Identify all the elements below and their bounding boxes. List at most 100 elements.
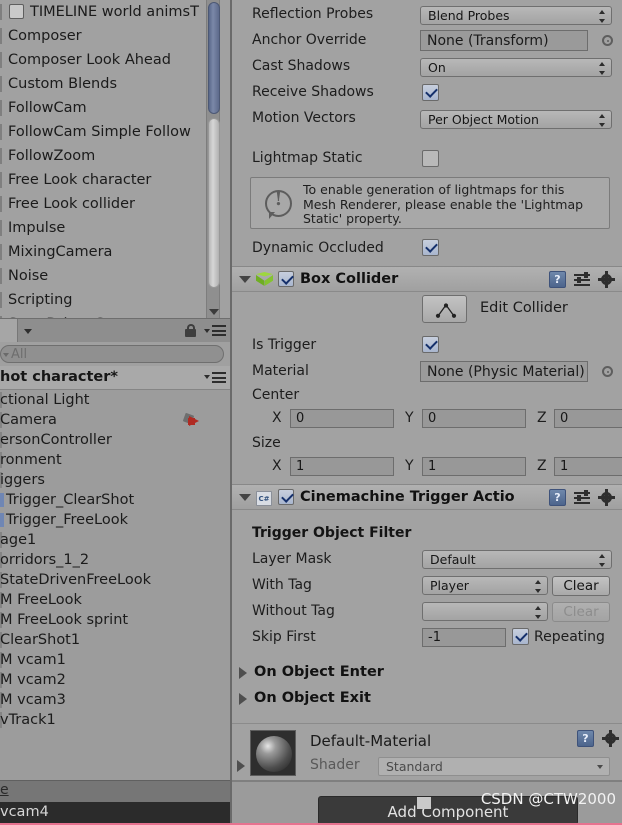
foldout-arrow-icon[interactable] bbox=[239, 276, 251, 283]
package-sample-list[interactable]: TIMELINE world animsT Composer Composer … bbox=[0, 0, 232, 318]
object-picker-icon[interactable] bbox=[602, 35, 613, 46]
box-collider-enabled-checkbox[interactable] bbox=[278, 271, 294, 287]
list-item[interactable]: FollowCam Simple Follow bbox=[0, 120, 231, 144]
reflection-probes-dropdown[interactable]: Blend Probes bbox=[420, 6, 612, 25]
receive-shadows-checkbox[interactable] bbox=[422, 84, 439, 101]
size-x-input[interactable]: 1 bbox=[290, 457, 394, 476]
layer-mask-dropdown[interactable]: Default bbox=[422, 550, 612, 569]
scene-header-row[interactable]: hot character* bbox=[0, 366, 232, 390]
anchor-override-object-field[interactable]: None (Transform) bbox=[420, 30, 588, 51]
hamburger-menu-icon[interactable] bbox=[212, 325, 226, 336]
center-x-value: 0 bbox=[296, 411, 305, 426]
hierarchy-item-label: age1 bbox=[0, 532, 37, 548]
foldout-arrow-icon[interactable] bbox=[237, 760, 245, 772]
list-item[interactable]: M FreeLook bbox=[0, 590, 232, 610]
shader-dropdown[interactable]: Standard bbox=[378, 757, 610, 776]
help-icon[interactable]: ? bbox=[549, 271, 566, 288]
hierarchy-item-label: vTrack1 bbox=[0, 712, 56, 728]
list-item[interactable]: Scripting bbox=[0, 288, 231, 312]
tab-hierarchy[interactable] bbox=[0, 319, 18, 343]
list-item[interactable]: StateDrivenFreeLook bbox=[0, 570, 232, 590]
foldout-on-object-exit[interactable]: On Object Exit bbox=[232, 686, 622, 712]
list-item[interactable]: orridors_1_2 bbox=[0, 550, 232, 570]
hierarchy-tree[interactable]: ctional Light Camera ersonController ron… bbox=[0, 390, 232, 780]
list-item[interactable]: ronment bbox=[0, 450, 232, 470]
foldout-arrow-icon[interactable] bbox=[239, 693, 247, 705]
with-tag-clear-button[interactable]: Clear bbox=[552, 576, 610, 596]
gear-icon[interactable] bbox=[598, 489, 615, 506]
cast-shadows-dropdown[interactable]: On bbox=[420, 58, 612, 77]
gear-icon[interactable] bbox=[602, 730, 619, 747]
without-tag-clear-button[interactable]: Clear bbox=[552, 602, 610, 622]
foldout-on-object-enter[interactable]: On Object Enter bbox=[232, 660, 622, 686]
skip-first-input[interactable]: -1 bbox=[422, 628, 506, 647]
preset-icon[interactable] bbox=[574, 272, 590, 287]
repeating-checkbox[interactable] bbox=[512, 628, 529, 645]
list-item[interactable]: M vcam1 bbox=[0, 650, 232, 670]
item-checkbox[interactable] bbox=[9, 4, 24, 19]
without-tag-dropdown[interactable] bbox=[422, 602, 548, 621]
center-y-input[interactable]: 0 bbox=[422, 409, 526, 428]
hierarchy-selected-row[interactable]: e bbox=[0, 780, 232, 802]
component-title: Box Collider bbox=[300, 271, 399, 287]
list-item[interactable]: ClearShot1 bbox=[0, 630, 232, 650]
chevron-down-icon[interactable] bbox=[204, 329, 210, 333]
list-item[interactable]: Impulse bbox=[0, 216, 231, 240]
is-trigger-checkbox[interactable] bbox=[422, 336, 439, 353]
scrollbar-thumb-active[interactable] bbox=[208, 2, 220, 114]
foldout-arrow-icon[interactable] bbox=[239, 494, 251, 501]
component-header-trigger-action[interactable]: C# Cinemachine Trigger Actio ? bbox=[232, 484, 622, 510]
list-item[interactable]: M vcam2 bbox=[0, 670, 232, 690]
list-item[interactable]: Trigger_ClearShot bbox=[0, 490, 232, 510]
trigger-action-enabled-checkbox[interactable] bbox=[278, 489, 294, 505]
list-item[interactable]: Free Look character bbox=[0, 168, 231, 192]
list-item[interactable]: ersonController bbox=[0, 430, 232, 450]
search-input[interactable]: All bbox=[0, 345, 224, 363]
help-icon[interactable]: ? bbox=[577, 730, 594, 747]
list-item[interactable]: Noise bbox=[0, 264, 231, 288]
list-item[interactable]: FollowCam bbox=[0, 96, 231, 120]
size-y-input[interactable]: 1 bbox=[422, 457, 526, 476]
chevron-down-icon[interactable] bbox=[204, 375, 210, 379]
list-item[interactable]: Camera bbox=[0, 410, 232, 430]
size-z-input[interactable]: 1 bbox=[554, 457, 622, 476]
scroll-down-arrow-icon[interactable] bbox=[209, 309, 219, 315]
hierarchy-active-row[interactable]: vcam4 bbox=[0, 802, 232, 825]
component-header-box-collider[interactable]: Box Collider ? bbox=[232, 266, 622, 292]
center-x-input[interactable]: 0 bbox=[290, 409, 394, 428]
list-item[interactable]: Free Look collider bbox=[0, 192, 231, 216]
search-filter-caret-icon[interactable] bbox=[3, 353, 9, 357]
list-item[interactable]: TIMELINE world animsT bbox=[0, 0, 231, 24]
list-item[interactable]: MixingCamera bbox=[0, 240, 231, 264]
list-item[interactable]: age1 bbox=[0, 530, 232, 550]
scene-context-menu-icon[interactable] bbox=[212, 372, 226, 383]
list-item[interactable]: Composer bbox=[0, 24, 231, 48]
package-list-scrollbar[interactable] bbox=[206, 0, 220, 318]
list-item[interactable]: Composer Look Ahead bbox=[0, 48, 231, 72]
motion-vectors-dropdown[interactable]: Per Object Motion bbox=[420, 110, 612, 129]
gear-icon[interactable] bbox=[598, 271, 615, 288]
physic-material-object-field[interactable]: None (Physic Material) bbox=[420, 361, 588, 382]
list-item[interactable]: FollowZoom bbox=[0, 144, 231, 168]
list-item[interactable]: M FreeLook sprint bbox=[0, 610, 232, 630]
edit-collider-button[interactable] bbox=[422, 295, 467, 323]
list-item[interactable]: vTrack1 bbox=[0, 710, 232, 730]
lock-icon[interactable] bbox=[185, 324, 196, 337]
list-item[interactable]: Trigger_FreeLook bbox=[0, 510, 232, 530]
list-item[interactable]: Custom Blends bbox=[0, 72, 231, 96]
list-item[interactable]: iggers bbox=[0, 470, 232, 490]
preset-icon[interactable] bbox=[574, 490, 590, 505]
scrollbar-thumb[interactable] bbox=[208, 118, 220, 288]
list-item[interactable]: ctional Light bbox=[0, 390, 232, 410]
with-tag-dropdown[interactable]: Player bbox=[422, 576, 548, 595]
help-icon[interactable]: ? bbox=[549, 489, 566, 506]
foldout-arrow-icon[interactable] bbox=[239, 667, 247, 679]
center-z-input[interactable]: 0 bbox=[554, 409, 622, 428]
chevron-down-icon[interactable] bbox=[24, 329, 32, 334]
dropdown-value: Player bbox=[430, 578, 469, 593]
lightmap-static-checkbox[interactable] bbox=[422, 150, 439, 167]
list-item[interactable]: M vcam3 bbox=[0, 690, 232, 710]
dynamic-occluded-checkbox[interactable] bbox=[422, 239, 439, 256]
object-picker-icon[interactable] bbox=[602, 366, 613, 377]
property-row-with-tag: With Tag Player Clear bbox=[232, 573, 622, 599]
